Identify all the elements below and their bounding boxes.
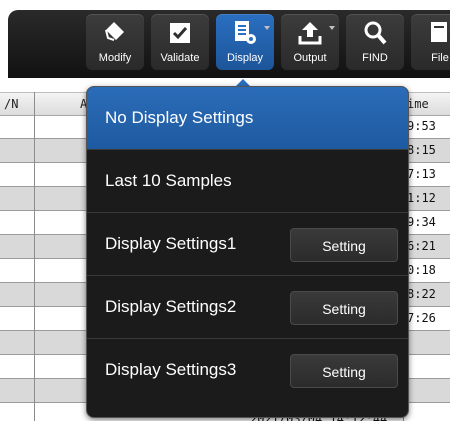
time-cell: 1:12 [407,191,436,205]
app-window: Modify Validate Display Output FIND File… [0,0,450,421]
menu-item-label: Display Settings3 [105,360,237,379]
time-cell: 7:26 [407,311,436,325]
menu-item-no-display-settings[interactable]: No Display Settings [87,87,408,150]
menu-item-label: Display Settings2 [105,297,237,316]
upload-icon [298,22,322,45]
display-settings-icon [235,21,256,44]
checkbox-icon [170,23,190,43]
file-label: File [431,52,449,64]
menu-item-display-settings3[interactable]: Display Settings3 Setting [87,339,408,402]
output-label: Output [293,52,327,64]
setting-button-1[interactable]: Setting [290,228,398,262]
column-divider [34,92,35,421]
setting-button-2[interactable]: Setting [290,291,398,325]
find-button[interactable]: FIND [346,14,404,70]
file-button[interactable]: File [411,14,450,70]
toolbar: Modify Validate Display Output FIND File [0,0,450,78]
menu-item-label: Last 10 Samples [105,171,232,190]
display-caret-icon [264,26,270,30]
modify-icon [105,22,124,41]
display-button[interactable]: Display [216,14,274,70]
menu-item-display-settings2[interactable]: Display Settings2 Setting [87,276,408,339]
output-button[interactable]: Output [281,14,339,70]
time-cell: 9:34 [407,215,436,229]
modify-button[interactable]: Modify [86,14,144,70]
menu-item-display-settings1[interactable]: Display Settings1 Setting [87,213,408,276]
file-icon [431,22,447,42]
time-cell: 0:18 [407,263,436,277]
menu-item-label: Display Settings1 [105,234,237,253]
menu-item-last-10-samples[interactable]: Last 10 Samples [87,150,408,213]
output-caret-icon [329,26,335,30]
header-sn: /N [4,97,19,111]
time-cell: 6:21 [407,239,436,253]
time-cell: 7:13 [407,167,436,181]
time-cell: 8:22 [407,287,436,301]
header-time: ime [407,97,429,111]
display-dropdown-menu: No Display Settings Last 10 Samples Disp… [86,86,409,418]
time-cell: 8:15 [407,143,436,157]
menu-item-label: No Display Settings [105,108,254,127]
validate-button[interactable]: Validate [151,14,209,70]
find-label: FIND [362,52,388,64]
modify-label: Modify [98,52,132,64]
display-label: Display [226,52,264,64]
validate-label: Validate [160,52,200,64]
time-cell: 9:53 [407,119,436,133]
magnifier-icon [364,21,387,45]
setting-button-3[interactable]: Setting [290,354,398,388]
